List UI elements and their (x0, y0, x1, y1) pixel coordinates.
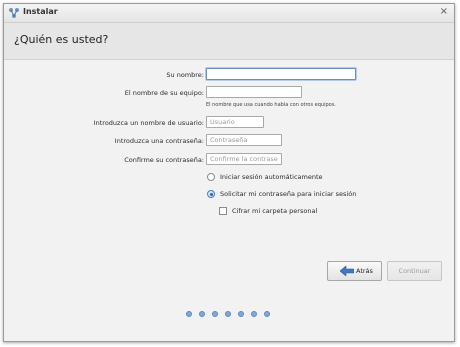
computer-name-hint: El nombre que usa cuando habla con otros… (206, 102, 336, 108)
installer-icon (9, 8, 19, 18)
password-label: Introduzca una contraseña: (114, 137, 204, 145)
computer-name-label: El nombre de su equipo: (124, 89, 204, 97)
require-password-radio[interactable] (207, 190, 215, 198)
auto-login-radio[interactable] (207, 173, 215, 181)
progress-dot (199, 311, 205, 317)
progress-dot (238, 311, 244, 317)
progress-dot (264, 311, 270, 317)
encrypt-home-checkbox[interactable] (219, 207, 227, 215)
username-field[interactable] (206, 116, 264, 128)
require-password-label[interactable]: Solicitar mi contraseña para iniciar ses… (220, 190, 356, 198)
computer-name-field[interactable] (206, 86, 302, 98)
progress-dot (186, 311, 192, 317)
arrow-left-icon (340, 266, 354, 276)
progress-dots (186, 311, 276, 319)
continue-button-label: Continuar (398, 267, 431, 275)
confirm-password-label: Confirme su contraseña: (124, 156, 204, 164)
progress-dot (212, 311, 218, 317)
username-label: Introduzca un nombre de usuario: (93, 119, 204, 127)
encrypt-home-label[interactable]: Cifrar mi carpeta personal (232, 207, 317, 215)
back-button-label: Atrás (356, 267, 373, 275)
close-icon[interactable]: × (440, 5, 448, 19)
auto-login-label[interactable]: Iniciar sesión automáticamente (220, 173, 323, 181)
name-field[interactable] (206, 68, 356, 80)
continue-button[interactable]: Continuar (387, 261, 442, 281)
progress-dot (251, 311, 257, 317)
confirm-password-field[interactable] (206, 153, 282, 165)
title-bar: Instalar × (4, 4, 454, 23)
progress-dot (225, 311, 231, 317)
page-header: ¿Quién es usted? (4, 23, 454, 60)
window-title: Instalar (23, 7, 58, 16)
back-button[interactable]: Atrás (327, 261, 382, 281)
password-field[interactable] (206, 134, 282, 146)
name-label: Su nombre: (166, 71, 204, 79)
page-title: ¿Quién es usted? (14, 33, 109, 46)
installer-window: Instalar × ¿Quién es usted? Su nombre: E… (3, 3, 455, 342)
